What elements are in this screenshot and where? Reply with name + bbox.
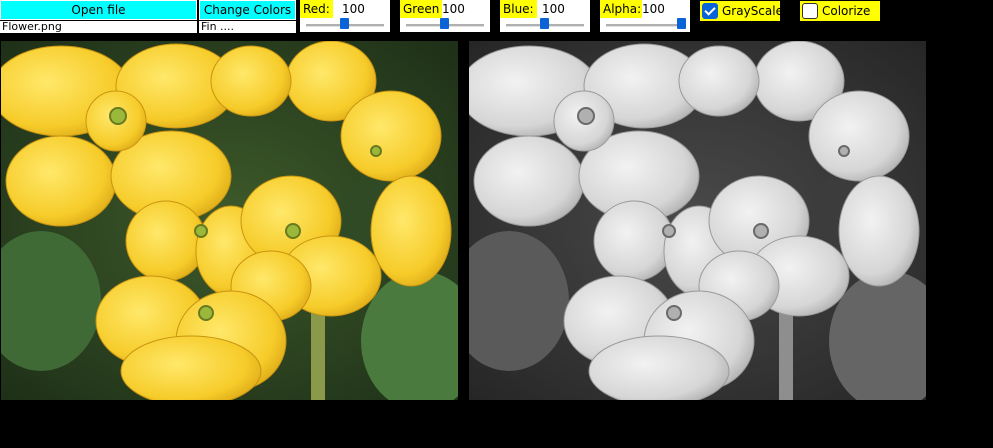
- red-value[interactable]: 100: [342, 0, 365, 18]
- original-image: [1, 41, 458, 400]
- grayscale-check-icon[interactable]: [702, 3, 718, 19]
- green-value[interactable]: 100: [442, 0, 465, 18]
- grayscale-label: GrayScale: [722, 4, 783, 18]
- alpha-slider-track[interactable]: [606, 24, 684, 27]
- flower-photo-grayscale: [469, 41, 926, 400]
- red-slider-thumb[interactable]: [340, 18, 349, 29]
- alpha-slider-thumb[interactable]: [677, 18, 686, 29]
- green-control: Green 100: [400, 0, 490, 32]
- alpha-label: Alpha:: [600, 0, 645, 18]
- red-control: Red: 100: [300, 0, 390, 32]
- blue-control: Blue: 100: [500, 0, 590, 32]
- open-file-button[interactable]: Open file: [0, 0, 197, 20]
- green-slider-thumb[interactable]: [440, 18, 449, 29]
- colorize-label: Colorize: [822, 4, 871, 18]
- status-display: Fin ....: [199, 21, 296, 33]
- alpha-value[interactable]: 100: [642, 0, 665, 18]
- green-label: Green: [400, 0, 443, 18]
- flower-photo-color: [1, 41, 458, 400]
- file-name-display: Flower.png: [0, 21, 197, 33]
- grayscale-checkbox[interactable]: GrayScale: [700, 1, 783, 21]
- colorize-checkbox[interactable]: Colorize: [800, 1, 880, 21]
- alpha-control: Alpha: 100: [600, 0, 690, 32]
- processed-image: [469, 41, 926, 400]
- blue-value[interactable]: 100: [542, 0, 565, 18]
- red-label: Red:: [300, 0, 333, 18]
- blue-label: Blue:: [500, 0, 537, 18]
- blue-slider-thumb[interactable]: [540, 18, 549, 29]
- change-colors-button[interactable]: Change Colors: [199, 0, 296, 20]
- colorize-check-icon[interactable]: [802, 3, 818, 19]
